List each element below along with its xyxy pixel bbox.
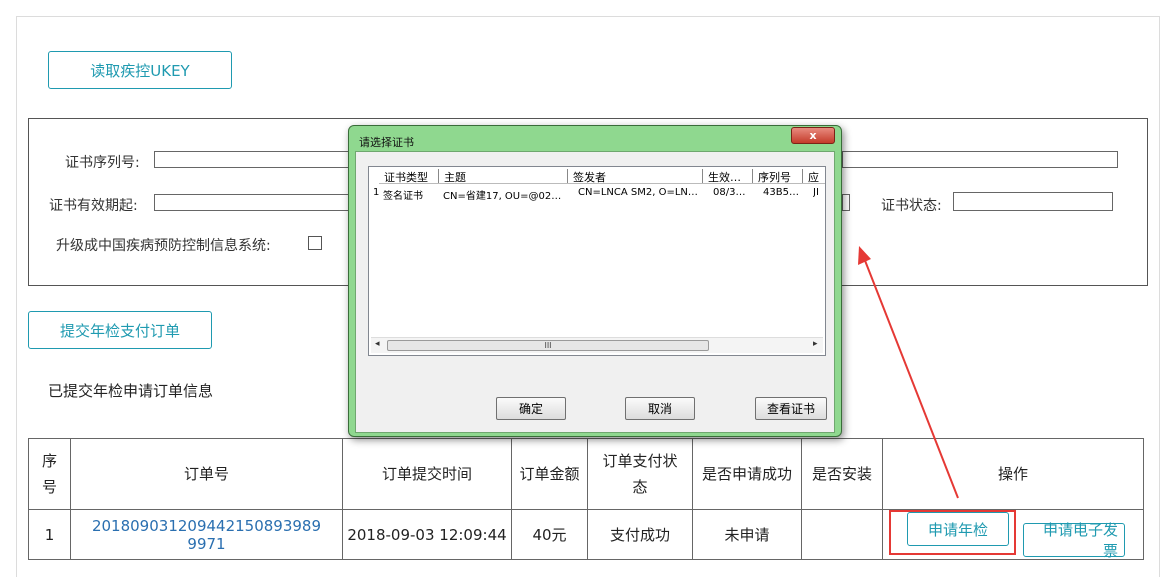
cert-status-label: 证书状态:	[881, 198, 942, 214]
col-serial[interactable]: 序列号	[753, 169, 803, 183]
col-header-order-no: 订单号	[70, 438, 343, 510]
scroll-left-icon[interactable]: ◂	[375, 339, 380, 349]
scroll-thumb[interactable]: III	[387, 340, 709, 351]
dialog-body: 证书类型 主题 签发者 生效… 序列号 应 1 签名证书 CN=省建17, OU…	[355, 151, 835, 433]
cert-valid-to-input-edge[interactable]	[842, 194, 850, 211]
upgrade-label: 升级成中国疾病预防控制信息系统:	[56, 238, 271, 254]
col-header-installed: 是否安装	[801, 438, 883, 510]
col-header-actions: 操作	[882, 438, 1144, 510]
row-valid: 08/3…	[713, 187, 746, 198]
orders-table: 序号 订单号 订单提交时间 订单金额 订单支付状态 是否申请成功 是否安装 操作…	[28, 438, 1144, 560]
row-issuer: CN=LNCA SM2, O=LN…	[578, 187, 698, 198]
cert-status-input[interactable]	[953, 192, 1113, 211]
horizontal-scrollbar[interactable]: ◂ III ▸	[371, 337, 823, 353]
apply-e-invoice-button[interactable]: 申请电子发票	[1023, 521, 1125, 560]
col-header-index: 序号	[28, 438, 71, 510]
col-header-pay-status: 订单支付状态	[587, 438, 693, 510]
scroll-right-icon[interactable]: ▸	[813, 339, 818, 349]
col-valid[interactable]: 生效…	[703, 169, 753, 183]
certificate-list-header: 证书类型 主题 签发者 生效… 序列号 应	[379, 169, 825, 184]
cell-index: 1	[28, 509, 71, 560]
apply-annual-check-button[interactable]: 申请年检	[907, 512, 1009, 547]
row-index: 1	[373, 187, 380, 198]
submit-order-button[interactable]: 提交年检支付订单	[28, 311, 212, 349]
col-header-apply-success: 是否申请成功	[692, 438, 802, 510]
col-header-submit-time: 订单提交时间	[342, 438, 512, 510]
cert-valid-from-label: 证书有效期起:	[49, 198, 138, 214]
table-header-row: 序号 订单号 订单提交时间 订单金额 订单支付状态 是否申请成功 是否安装 操作	[28, 438, 1144, 510]
ok-button[interactable]: 确定	[496, 397, 566, 420]
cell-pay-status: 支付成功	[587, 509, 693, 560]
row-cert-type: 签名证书	[383, 191, 423, 202]
cell-amount: 40元	[511, 509, 588, 560]
row-extra: JI	[813, 187, 819, 198]
col-header-amount: 订单金额	[511, 438, 588, 510]
read-ukey-button[interactable]: 读取疾控UKEY	[48, 51, 232, 89]
col-issuer[interactable]: 签发者	[568, 169, 703, 183]
cell-actions: 申请年检 申请电子发票	[882, 509, 1144, 560]
close-icon[interactable]: x	[791, 127, 835, 144]
upgrade-checkbox[interactable]	[308, 236, 322, 250]
order-no-link[interactable]: 201809031209442150893989 9971	[92, 517, 321, 553]
orders-section-title: 已提交年检申请订单信息	[48, 382, 214, 400]
certificate-list[interactable]: 证书类型 主题 签发者 生效… 序列号 应 1 签名证书 CN=省建17, OU…	[368, 166, 826, 356]
list-item[interactable]: 1 签名证书 CN=省建17, OU=@02… CN=LNCA SM2, O=L…	[373, 187, 825, 202]
cancel-button[interactable]: 取消	[625, 397, 695, 420]
col-subject[interactable]: 主题	[439, 169, 568, 183]
row-serial: 43B5…	[763, 187, 799, 198]
cell-apply-success: 未申请	[692, 509, 802, 560]
cert-valid-from-input[interactable]	[154, 194, 349, 211]
cell-installed	[801, 509, 883, 560]
cert-serial-label: 证书序列号:	[65, 155, 140, 171]
cert-serial-input[interactable]	[154, 151, 349, 168]
view-certificate-button[interactable]: 查看证书	[755, 397, 827, 420]
row-subject: CN=省建17, OU=@02…	[443, 191, 562, 202]
table-row: 1 201809031209442150893989 9971 2018-09-…	[28, 509, 1144, 560]
cert-serial-input-right[interactable]	[842, 151, 1118, 168]
select-certificate-dialog: 请选择证书 x 证书类型 主题 签发者 生效… 序列号 应 1 签名证书 CN=…	[348, 125, 842, 437]
dialog-title: 请选择证书	[359, 136, 414, 149]
cell-order-no: 201809031209442150893989 9971	[70, 509, 343, 560]
col-cert-type[interactable]: 证书类型	[379, 169, 439, 183]
col-app[interactable]: 应	[803, 169, 825, 183]
cell-submit-time: 2018-09-03 12:09:44	[342, 509, 512, 560]
